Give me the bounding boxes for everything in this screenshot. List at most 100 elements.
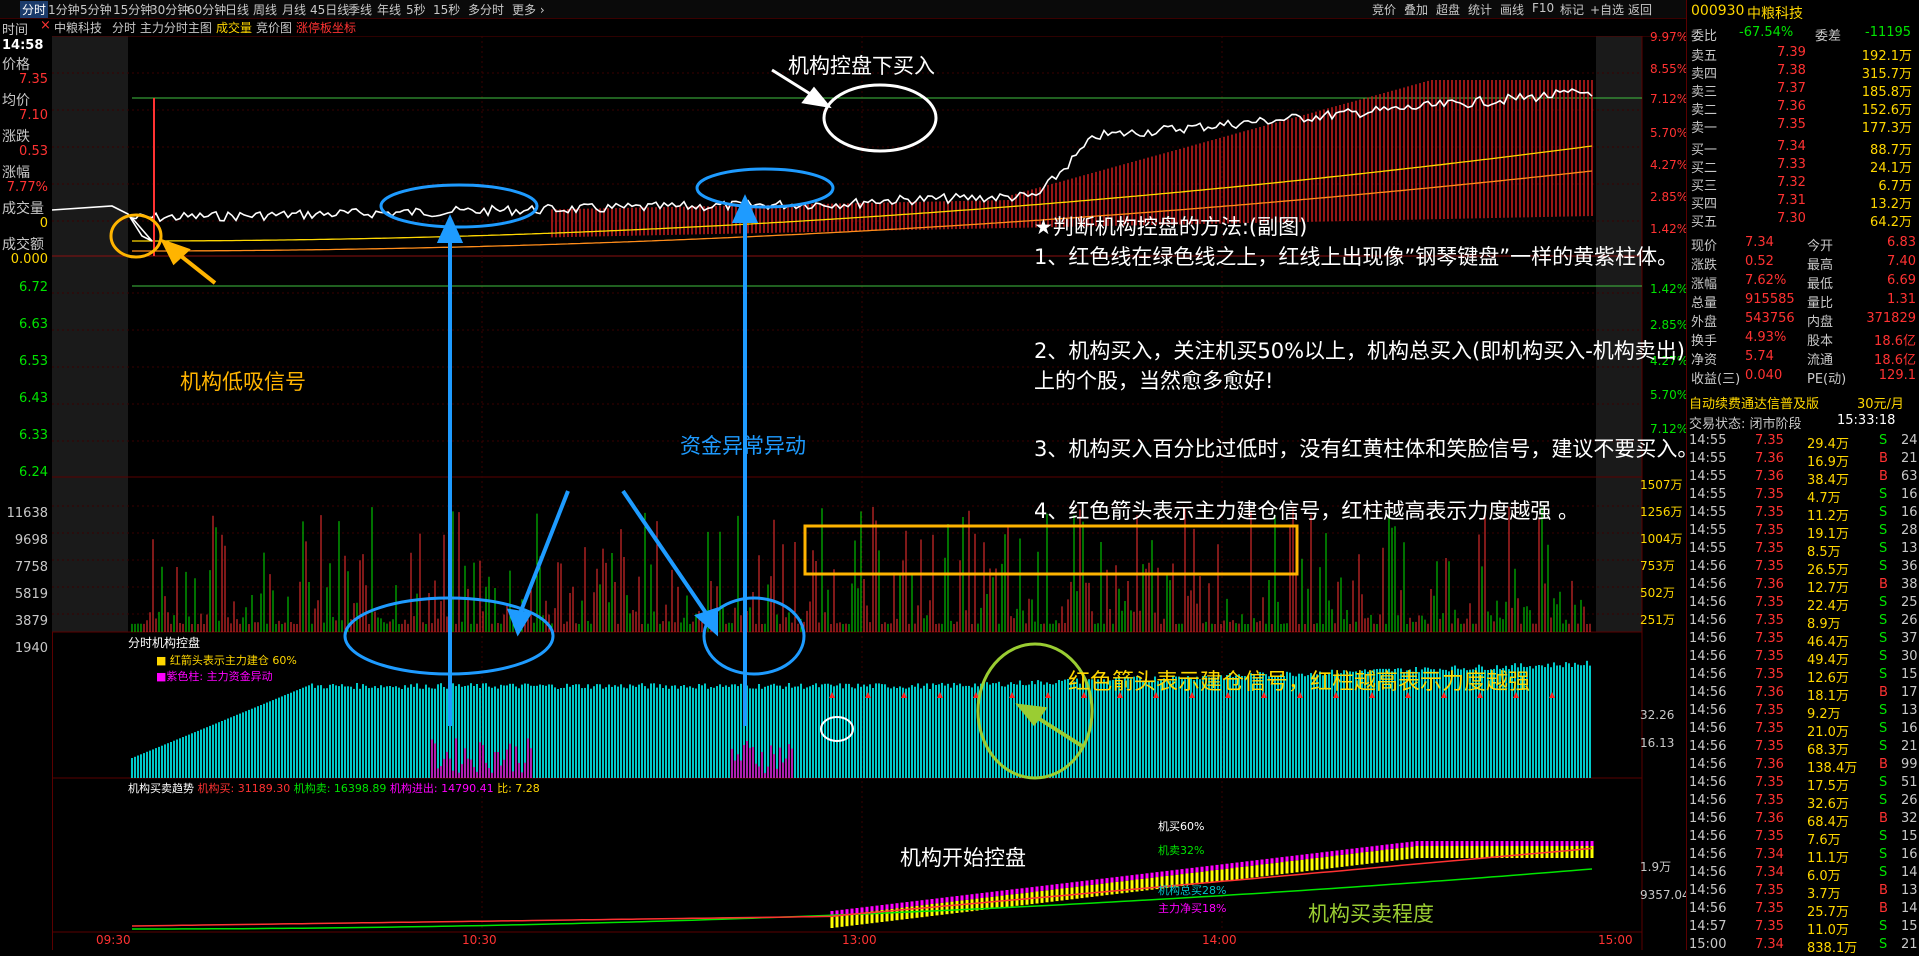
tab-5min[interactable]: 5分钟 xyxy=(80,1,112,18)
stat-label: 涨幅 xyxy=(1691,277,1718,292)
tick-price: 7.35 xyxy=(1755,775,1784,790)
tick-count: 16 xyxy=(1901,847,1918,862)
time-tick: 09:30 xyxy=(96,933,131,947)
tick-count: 13 xyxy=(1901,883,1918,898)
tab-15min[interactable]: 15分钟 xyxy=(113,1,152,18)
tick-row: 14:56 7.36 138.4万 B 99 xyxy=(1687,756,1919,776)
intraday-chart[interactable] xyxy=(52,36,1686,950)
axis-volume: 753万 xyxy=(1640,559,1675,573)
tick-count: 32 xyxy=(1901,811,1918,826)
tick-price: 7.35 xyxy=(1755,829,1784,844)
stock-name: 中粮科技 xyxy=(54,21,103,35)
tick-time: 14:55 xyxy=(1689,505,1727,520)
tick-price: 7.35 xyxy=(1755,559,1784,574)
tick-price: 7.35 xyxy=(1755,703,1784,718)
tick-row: 14:55 7.36 16.9万 B 21 xyxy=(1687,450,1919,470)
tick-side: S xyxy=(1879,793,1888,808)
promo-row[interactable]: 自动续费通达信普及版 30元/月 xyxy=(1687,392,1919,412)
tick-time: 14:55 xyxy=(1689,523,1727,538)
tab-yearly[interactable]: 年线 xyxy=(377,1,401,18)
tab-45day[interactable]: 45日线 xyxy=(310,1,349,18)
tool-f10[interactable]: F10 xyxy=(1532,1,1554,15)
tick-row: 14:55 7.35 4.7万 S 16 xyxy=(1687,486,1919,506)
anno-circle-net: 主力净买18% xyxy=(1158,902,1227,915)
sub2-buy: 机构买: 31189.30 xyxy=(197,782,291,795)
tick-time: 14:56 xyxy=(1689,739,1727,754)
close-x-icon[interactable]: × xyxy=(40,18,51,33)
promo-text[interactable]: 自动续费通达信普及版 xyxy=(1689,393,1819,412)
stat-label: 外盘 xyxy=(1691,315,1718,330)
tick-side: S xyxy=(1879,523,1888,538)
axis-sub2: 9357.04 xyxy=(1640,888,1690,902)
tick-time: 14:56 xyxy=(1689,811,1727,826)
tick-side: S xyxy=(1879,541,1888,556)
stat-label: 流通 xyxy=(1807,353,1834,368)
tab-weekly[interactable]: 周线 xyxy=(253,1,277,18)
time-tick: 15:00 xyxy=(1598,933,1633,947)
tool-stats[interactable]: 统计 xyxy=(1468,1,1492,18)
tool-overlay[interactable]: 叠加 xyxy=(1404,1,1428,18)
buy-price: 7.31 xyxy=(1777,193,1806,208)
anno-low-signal: 机构低吸信号 xyxy=(180,370,306,394)
tick-row: 14:56 7.35 68.3万 S 21 xyxy=(1687,738,1919,758)
tool-back[interactable]: 返回 xyxy=(1628,1,1652,18)
tick-count: 21 xyxy=(1901,451,1918,466)
indicator-auction[interactable]: 竞价图 xyxy=(256,19,292,36)
stat-value: 4.93% xyxy=(1745,330,1787,345)
tick-count: 63 xyxy=(1901,469,1918,484)
axis-sub2: 1.9万 xyxy=(1640,860,1672,874)
tick-side: S xyxy=(1879,865,1888,880)
tab-5sec[interactable]: 5秒 xyxy=(406,1,426,18)
tool-mark[interactable]: 标记 xyxy=(1560,1,1584,18)
tab-15sec[interactable]: 15秒 xyxy=(433,1,460,18)
sub2-net: 机构进出: 14790.41 xyxy=(389,782,494,795)
stat-label: 内盘 xyxy=(1807,315,1834,330)
price-tick: 6.33 xyxy=(19,428,48,443)
tab-30min[interactable]: 30分钟 xyxy=(150,1,189,18)
tool-draw[interactable]: 画线 xyxy=(1500,1,1524,18)
tick-count: 37 xyxy=(1901,631,1918,646)
tool-auction[interactable]: 竞价 xyxy=(1372,1,1396,18)
indicator-volume[interactable]: 成交量 xyxy=(216,19,252,36)
tab-quarter[interactable]: 季线 xyxy=(348,1,372,18)
buy-price: 7.34 xyxy=(1777,139,1806,154)
promo-price[interactable]: 30元/月 xyxy=(1857,393,1904,412)
tab-intraday[interactable]: 分时 xyxy=(20,1,49,18)
price-label: 价格 xyxy=(2,57,30,73)
tick-count: 17 xyxy=(1901,685,1918,700)
tick-row: 14:55 7.36 38.4万 B 63 xyxy=(1687,468,1919,488)
tick-time: 14:55 xyxy=(1689,451,1727,466)
tick-row: 14:56 7.36 12.7万 B 38 xyxy=(1687,576,1919,596)
tick-time: 14:56 xyxy=(1689,865,1727,880)
indicator-limit-coord[interactable]: 涨停板坐标 xyxy=(296,19,356,36)
tick-side: S xyxy=(1879,631,1888,646)
tick-count: 30 xyxy=(1901,649,1918,664)
stock-code: 000930 xyxy=(1691,3,1745,19)
webi-row: 委比 -67.54% 委差 -11195 xyxy=(1687,24,1919,44)
postmarket-shade xyxy=(1596,36,1642,632)
tab-60min[interactable]: 60分钟 xyxy=(187,1,226,18)
tool-add-favorite[interactable]: +自选 xyxy=(1590,1,1624,18)
quote-panel: 000930 中粮科技 委比 -67.54% 委差 -11195 卖五 7.39 1… xyxy=(1686,0,1919,956)
tick-count: 25 xyxy=(1901,595,1918,610)
stat-value: 6.83 xyxy=(1887,235,1916,250)
buy-volume: 64.2万 xyxy=(1870,215,1912,230)
tick-side: S xyxy=(1879,505,1888,520)
tab-1min[interactable]: 1分钟 xyxy=(48,1,80,18)
tick-count: 28 xyxy=(1901,523,1918,538)
tab-daily[interactable]: 日线 xyxy=(225,1,249,18)
tick-side: S xyxy=(1879,829,1888,844)
stat-label: 最低 xyxy=(1807,277,1834,292)
volume-tick: 1940 xyxy=(14,641,48,656)
axis-pct: 1.42% xyxy=(1650,282,1689,296)
tool-superpan[interactable]: 超盘 xyxy=(1436,1,1460,18)
tab-monthly[interactable]: 月线 xyxy=(282,1,306,18)
stat-value: 7.62% xyxy=(1745,273,1787,288)
sub2-ratio: 比: 7.28 xyxy=(497,782,540,795)
tick-row: 14:56 7.35 3.7万 B 13 xyxy=(1687,882,1919,902)
tick-side: B xyxy=(1879,685,1888,700)
tick-side: S xyxy=(1879,721,1888,736)
chart-title: 分时 主力分时主图 xyxy=(112,21,212,35)
tab-multi-intraday[interactable]: 多分时 xyxy=(468,1,504,18)
tab-more[interactable]: 更多 › xyxy=(512,1,545,18)
